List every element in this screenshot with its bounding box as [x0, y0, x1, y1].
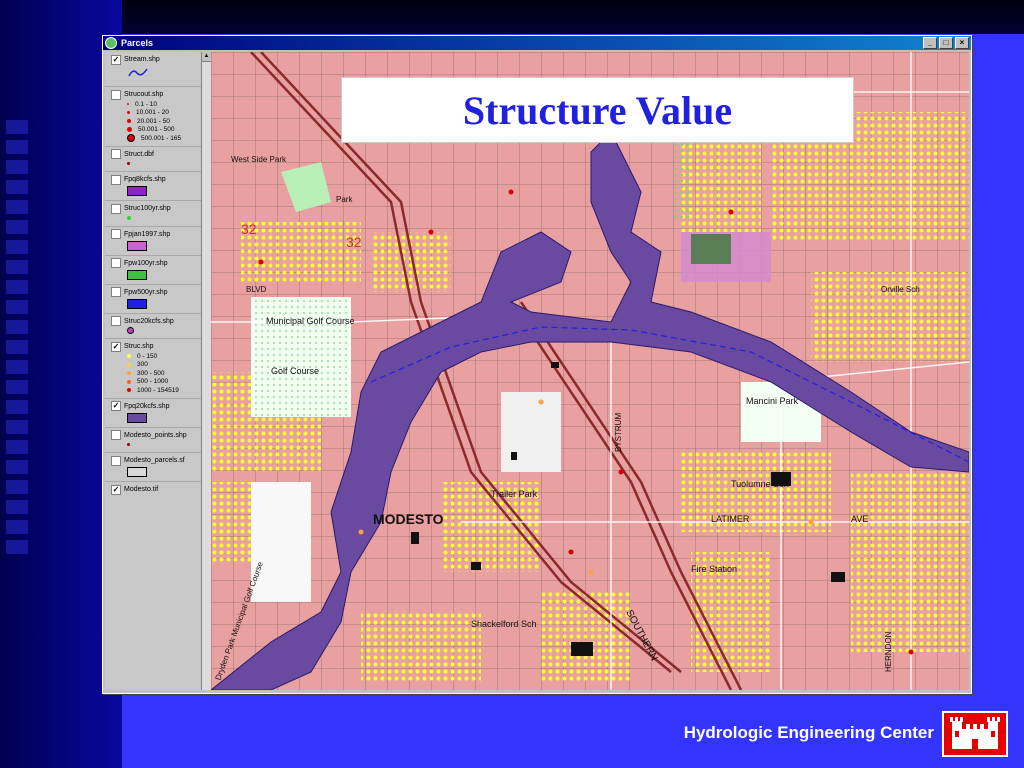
legend-layer-modesto-points[interactable]: Modesto_points.shp — [105, 428, 201, 453]
layer-checkbox[interactable] — [111, 455, 121, 466]
layer-checkbox[interactable] — [111, 258, 121, 268]
map-label-golf-course: Golf Course — [271, 366, 319, 376]
map-label-blvd: BLVD — [246, 285, 267, 294]
layer-checkbox[interactable] — [111, 89, 121, 100]
layer-checkbox[interactable] — [111, 287, 121, 297]
layer-checkbox[interactable]: ✓ — [111, 341, 121, 352]
legend-layer-modesto-parcels[interactable]: Modesto_parcels.sf — [105, 453, 201, 482]
legend-layer-strucout[interactable]: Strucout.shp 0.1 - 10 10.001 - 20 20.001… — [105, 87, 201, 147]
layer-checkbox[interactable] — [111, 316, 121, 326]
layer-checkbox[interactable]: ✓ — [111, 54, 121, 65]
scroll-up-arrow-icon[interactable]: ▲ — [202, 52, 211, 62]
map-view[interactable]: Municipal Golf Course Golf Course Mancin… — [211, 52, 969, 690]
top-dark-band — [0, 0, 1024, 34]
map-label-trailer-park: Trailer Park — [491, 489, 538, 499]
map-label-latimer: LATIMER — [711, 514, 750, 524]
layer-checkbox[interactable]: ✓ — [111, 484, 121, 495]
legend-layer-struct-dbf[interactable]: Struct.dbf — [105, 147, 201, 172]
layer-checkbox[interactable] — [111, 149, 121, 159]
globe-icon — [105, 37, 117, 49]
legend-layer-fpq20kcfs[interactable]: ✓ Fpq20kcfs.shp — [105, 399, 201, 428]
legend-layer-stream[interactable]: ✓ Stream.shp — [105, 52, 201, 87]
decorative-squares — [6, 120, 32, 560]
legend-layer-fpw500yr[interactable]: Fpw500yr.shp — [105, 285, 201, 314]
map-label-bystrum: BYSTRUM — [614, 413, 623, 452]
legend-layer-modesto-tif[interactable]: ✓ Modesto.tif — [105, 482, 201, 498]
close-button[interactable]: × — [955, 37, 969, 49]
castle-logo-icon — [942, 711, 1008, 757]
layer-checkbox[interactable] — [111, 174, 121, 185]
layer-checkbox[interactable] — [111, 430, 121, 440]
layer-checkbox[interactable] — [111, 203, 121, 214]
legend-layer-struc20kcfs[interactable]: Struc20kcfs.shp — [105, 314, 201, 339]
legend-layer-fpw100yr[interactable]: Fpw100yr.shp — [105, 256, 201, 285]
layer-checkbox[interactable]: ✓ — [111, 401, 121, 411]
legend-layer-fpjan1997[interactable]: Fpjan1997.shp — [105, 227, 201, 256]
slide-title: Structure Value — [462, 87, 733, 133]
map-label-tuolumne-sch: Tuolumne Sch — [731, 479, 789, 489]
minimize-button[interactable]: _ — [923, 37, 937, 49]
map-label-park: Park — [336, 195, 353, 204]
map-label-modesto: MODESTO — [373, 511, 444, 527]
legend-layer-fpq8kcfs[interactable]: Fpq8kcfs.shp — [105, 172, 201, 201]
map-canvas[interactable]: Municipal Golf Course Golf Course Mancin… — [211, 52, 969, 690]
map-label-municipal-golf: Municipal Golf Course — [266, 316, 355, 326]
legend-panel: ✓ Stream.shp Strucout.shp 0.1 - 10 10.001… — [105, 52, 201, 690]
map-label-mancini-park: Mancini Park — [746, 396, 799, 406]
legend-layer-struc[interactable]: ✓ Struc.shp 0 - 150 300 300 - 500 500 - 1… — [105, 339, 201, 399]
map-label-route-32b: 32 — [346, 234, 362, 250]
stream-line-icon — [128, 68, 148, 77]
layer-checkbox[interactable] — [111, 229, 121, 239]
map-label-shackelford-sch: Shackelford Sch — [471, 619, 537, 629]
map-label-herndon: HERNDON — [884, 631, 893, 672]
map-label-orville-sch: Orville Sch — [881, 285, 920, 294]
window-titlebar[interactable]: Parcels _ □ × — [103, 36, 971, 50]
slide-title-box: Structure Value — [341, 77, 854, 143]
map-label-ave: AVE — [851, 514, 868, 524]
maximize-button[interactable]: □ — [939, 37, 953, 49]
legend-scrollbar[interactable]: ▲ — [201, 52, 211, 690]
window-title: Parcels — [121, 38, 154, 48]
legend-layer-struc100yr[interactable]: Struc100yr.shp — [105, 201, 201, 227]
map-label-west-side-park: West Side Park — [231, 155, 287, 164]
map-label-fire-station: Fire Station — [691, 564, 737, 574]
footer-text: Hydrologic Engineering Center — [683, 723, 934, 742]
map-label-route-32a: 32 — [241, 221, 257, 237]
